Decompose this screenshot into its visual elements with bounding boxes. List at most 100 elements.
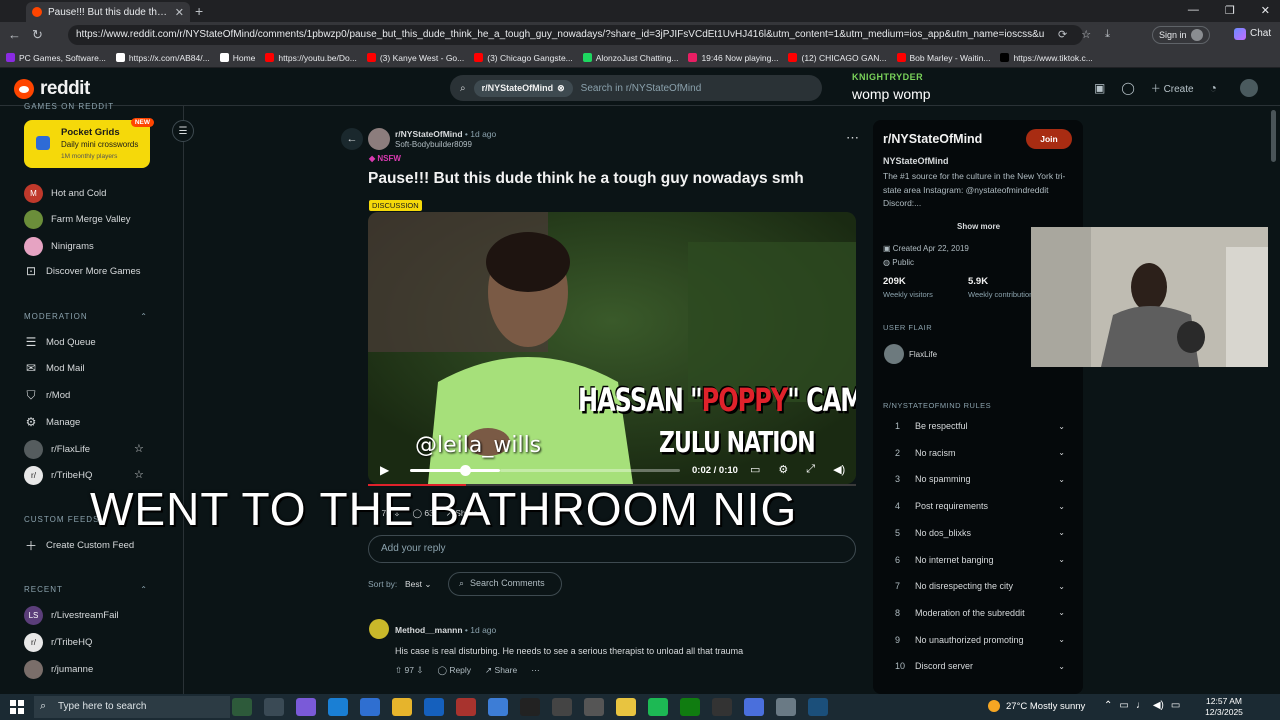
search-comments-button[interactable]: ⌕ Search Comments (448, 572, 562, 596)
copilot-chat-button[interactable]: Chat (1234, 28, 1271, 40)
rule-item[interactable]: 3 No spamming ⌄ (883, 474, 1065, 484)
bookmark-item[interactable]: (12) CHICAGO GAN... (788, 53, 887, 63)
play-icon[interactable]: ▶ (380, 463, 389, 477)
bookmark-item[interactable]: PC Games, Software... (6, 53, 106, 63)
video-player[interactable]: HASSAN "POPPY" CAMPBELL ZULU NATION @lei… (368, 212, 856, 484)
download-icon[interactable]: ⤓ (1105, 28, 1110, 41)
rule-item[interactable]: 5 No dos_blixks ⌄ (883, 528, 1065, 538)
rule-item[interactable]: 9 No unauthorized promoting ⌄ (883, 635, 1065, 645)
weather-widget[interactable]: 27°C Mostly sunny (988, 700, 1085, 712)
pocket-grids-card[interactable]: Pocket Grids Daily mini crosswords 1M mo… (24, 118, 154, 168)
fullscreen-icon[interactable]: ⤢ (806, 463, 815, 476)
back-icon[interactable]: ← (8, 27, 21, 42)
app-icon[interactable] (616, 698, 636, 716)
flair-avatar[interactable] (884, 344, 904, 364)
recent-section-header[interactable]: RECENT ⌃ (24, 585, 148, 594)
seek-handle[interactable] (460, 465, 471, 476)
flair-name[interactable]: FlaxLife (909, 350, 937, 359)
sidebar-item-discover-games[interactable]: ⊡ Discover More Games (24, 264, 141, 278)
favorites-icon[interactable]: ☆ (1081, 28, 1091, 41)
show-more-button[interactable]: Show more (957, 222, 1000, 231)
subreddit-link[interactable]: r/NYStateOfMind (395, 129, 463, 139)
sidebar-item-tribehq[interactable]: r/r/TribeHQ (24, 466, 92, 485)
sidebar-item-tribehq-recent[interactable]: r/r/TribeHQ (24, 633, 92, 652)
reddit-logo[interactable]: reddit (14, 78, 90, 100)
bookmark-item[interactable]: https://x.com/AB84/... (115, 53, 210, 63)
comment-more-icon[interactable]: ⋯ (531, 665, 540, 676)
app-icon[interactable] (488, 698, 508, 716)
subreddit-search-chip[interactable]: r/NYStateOfMind ⊗ (473, 79, 573, 97)
volume-icon[interactable]: ◀) (833, 463, 845, 476)
post-subreddit[interactable]: r/NYStateOfMind • 1d ago (395, 129, 496, 139)
file-explorer-icon[interactable] (392, 698, 412, 716)
rule-item[interactable]: 10 Discord server ⌄ (883, 661, 1065, 671)
sidebar-item-ninigrams[interactable]: Ninigrams (24, 237, 94, 256)
sidebar-item-hot-and-cold[interactable]: M Hot and Cold (24, 184, 106, 203)
clear-chip-icon[interactable]: ⊗ (557, 83, 565, 94)
maximize-icon[interactable]: ❐ (1225, 4, 1235, 17)
favorite-star-icon[interactable]: ☆ (134, 442, 144, 455)
mic-icon[interactable]: ♩ (1136, 700, 1146, 711)
bookmark-item[interactable]: AlonzoJust Chatting... (582, 53, 678, 63)
task-view-icon[interactable] (264, 698, 284, 716)
rule-item[interactable]: 2 No racism ⌄ (883, 448, 1065, 458)
minimize-icon[interactable]: — (1188, 4, 1199, 17)
settings-gear-icon[interactable]: ⚙ (778, 463, 788, 476)
rule-item[interactable]: 4 Post requirements ⌄ (883, 501, 1065, 511)
bookmark-item[interactable]: Bob Marley - Waitin... (896, 53, 990, 63)
battery-icon[interactable]: ▭ (1171, 700, 1180, 711)
sign-in-button[interactable]: Sign in (1152, 26, 1210, 44)
user-avatar[interactable] (1240, 79, 1258, 97)
extension-icon[interactable]: ⟳ (1058, 28, 1067, 41)
url-field[interactable]: https://www.reddit.com/r/NYStateOfMind/c… (68, 25, 1083, 45)
bookmark-item[interactable]: https://www.tiktok.c... (1000, 53, 1093, 63)
taskbar-search[interactable]: Type here to search (34, 696, 230, 718)
network-icon[interactable]: ▭ (1119, 700, 1128, 711)
create-custom-feed-button[interactable]: ＋ Create Custom Feed (24, 538, 134, 553)
bookmark-item[interactable]: https://youtu.be/Do... (265, 53, 357, 63)
chat-icon[interactable]: ◯ (1121, 81, 1134, 95)
sidebar-item-jumanne[interactable]: r/jumanne (24, 660, 93, 679)
app-icon[interactable] (456, 698, 476, 716)
edge-icon[interactable] (328, 698, 348, 716)
create-button[interactable]: ＋ Create (1151, 80, 1194, 95)
advertise-icon[interactable]: ▣ (1094, 81, 1105, 95)
favorite-star-icon[interactable]: ☆ (134, 468, 144, 481)
sidebar-item-mod-queue[interactable]: ☰ Mod Queue (24, 335, 96, 349)
notifications-icon[interactable]: ◔ (1210, 81, 1217, 95)
app-icon[interactable] (776, 698, 796, 716)
rule-item[interactable]: 1 Be respectful ⌄ (883, 421, 1065, 431)
post-author[interactable]: Soft-Bodybuilder8099 (395, 140, 472, 149)
bookmark-item[interactable]: (3) Kanye West - Go... (366, 53, 464, 63)
app-icon[interactable] (584, 698, 604, 716)
outlook-icon[interactable] (424, 698, 444, 716)
spotify-icon[interactable] (648, 698, 668, 716)
widget-tree-icon[interactable] (232, 698, 252, 716)
captions-icon[interactable]: ▭ (750, 463, 760, 476)
xbox-icon[interactable] (680, 698, 700, 716)
subreddit-avatar[interactable] (368, 128, 390, 150)
app-icon[interactable] (744, 698, 764, 716)
app-icon[interactable] (552, 698, 572, 716)
seek-track[interactable] (500, 469, 680, 472)
moderation-section-header[interactable]: MODERATION ⌃ (24, 312, 148, 321)
reply-input[interactable]: Add your reply (368, 535, 856, 563)
sort-dropdown[interactable]: Best ⌄ (405, 579, 432, 590)
page-scrollbar[interactable] (1268, 106, 1280, 694)
rule-item[interactable]: 7 No disrespecting the city ⌄ (883, 581, 1065, 591)
sidebar-item-r-mod[interactable]: ⛉ r/Mod (24, 388, 70, 402)
windows-start-icon[interactable] (10, 700, 24, 714)
rule-item[interactable]: 6 No internet banging ⌄ (883, 555, 1065, 565)
comment-vote-button[interactable]: ⇧ 97 ⇩ (395, 665, 423, 676)
bookmark-item[interactable]: Home (219, 53, 255, 63)
back-button[interactable]: ← (341, 128, 363, 150)
post-more-options-icon[interactable]: ⋯ (846, 130, 859, 146)
copilot-app-icon[interactable] (296, 698, 316, 716)
join-button[interactable]: Join (1026, 129, 1072, 149)
comment-share-button[interactable]: ↗ Share (485, 665, 517, 676)
browser-tab[interactable]: Pause!!! But this dude think he a ✕ (26, 2, 190, 22)
scrollbar-thumb[interactable] (1271, 110, 1276, 162)
app-icon[interactable] (520, 698, 540, 716)
steam-icon[interactable] (808, 698, 828, 716)
sidebar-item-farm-merge[interactable]: Farm Merge Valley (24, 210, 131, 229)
